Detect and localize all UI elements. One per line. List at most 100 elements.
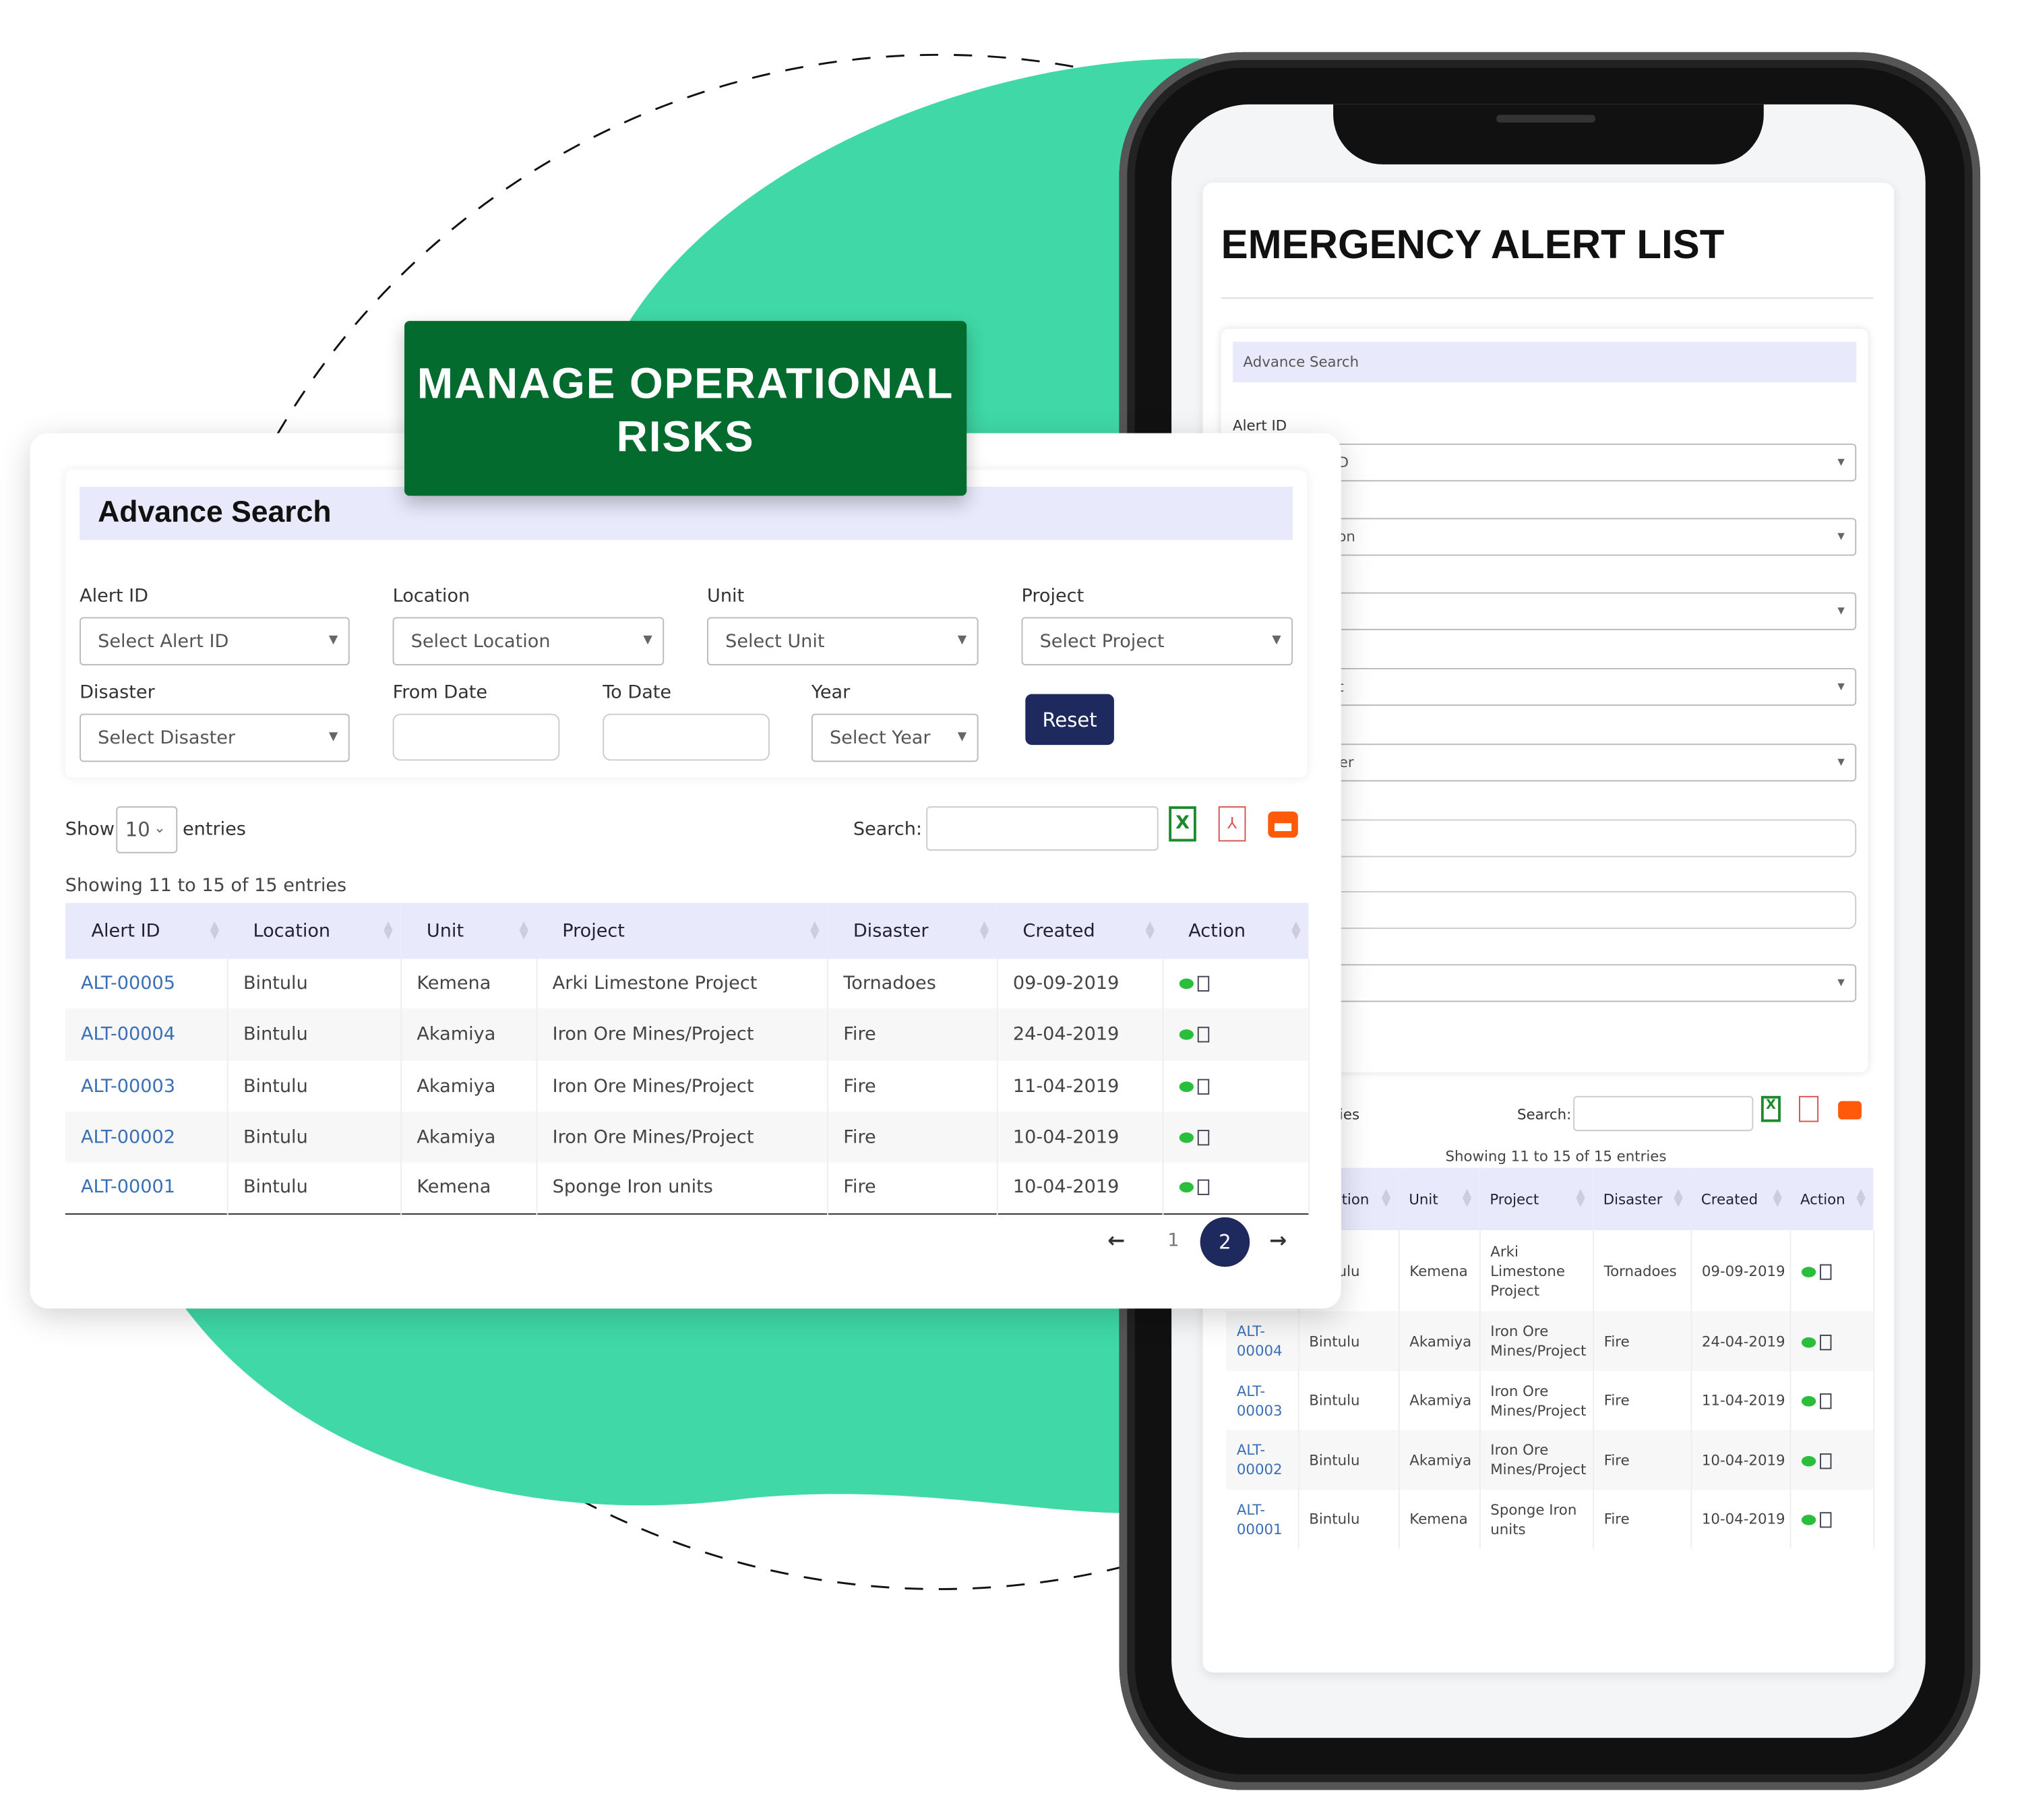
table-cell: Iron Ore Mines/Project <box>1479 1430 1594 1490</box>
chevron-down-icon: ⌄ <box>153 819 166 837</box>
table-row: ALT-00001 Bintulu Kemena Sponge Iron units F… <box>65 1162 1310 1214</box>
pdf-icon[interactable] <box>1196 1129 1209 1145</box>
reset-button[interactable]: Reset <box>1025 694 1114 746</box>
phone-search-input[interactable] <box>1573 1095 1754 1132</box>
alert-id-link[interactable]: ALT-00002 <box>65 1112 228 1163</box>
alert-id-link[interactable]: ALT-00003 <box>65 1060 228 1112</box>
pdf-icon[interactable] <box>1819 1263 1831 1279</box>
prev-page-button[interactable]: ← <box>1107 1227 1125 1252</box>
alert-id-link[interactable]: ALT-00003 <box>1226 1371 1299 1430</box>
phone-search-label: Search: <box>1516 1106 1572 1124</box>
caret-down-icon: ▼ <box>643 633 652 647</box>
date-input[interactable] <box>392 713 560 761</box>
table-cell: Iron Ore Mines/Project <box>1479 1371 1594 1430</box>
table-row: ALT-00002 Bintulu Akamiya Iron Ore Mines/Pr… <box>65 1112 1310 1163</box>
sort-icon: ▲▼ <box>1291 919 1301 942</box>
action-cell <box>1162 1112 1310 1163</box>
table-cell: Bintulu <box>226 1112 402 1163</box>
page-2-button[interactable]: 2 <box>1200 1217 1250 1267</box>
date-input[interactable] <box>603 713 770 761</box>
phone-excel-icon[interactable]: X <box>1760 1095 1781 1122</box>
alert-id-link[interactable]: ALT-00001 <box>65 1162 228 1214</box>
eye-icon[interactable] <box>1178 1182 1194 1193</box>
column-label: Created <box>1022 920 1095 942</box>
phone-pdf-icon[interactable] <box>1799 1095 1819 1122</box>
excel-export-icon[interactable]: X <box>1169 806 1196 842</box>
column-header[interactable]: Project ▲ ▼ <box>536 903 828 959</box>
table-cell: 09-09-2019 <box>996 959 1163 1009</box>
pdf-icon[interactable] <box>1819 1512 1831 1528</box>
alert-id-link[interactable]: ALT-00005 <box>65 959 228 1009</box>
table-row: ALT-00004 Bintulu Akamiya Iron Ore Mines/Pr… <box>65 1008 1310 1061</box>
eye-icon[interactable] <box>1800 1266 1816 1277</box>
pdf-icon[interactable] <box>1819 1393 1831 1409</box>
column-label: Disaster <box>853 920 929 942</box>
print-icon[interactable] <box>1268 811 1298 838</box>
eye-icon[interactable] <box>1178 1029 1194 1040</box>
pdf-export-icon[interactable]: ⅄ <box>1218 806 1246 842</box>
column-header[interactable]: Action ▲ ▼ <box>1162 903 1309 959</box>
eye-icon[interactable] <box>1178 1081 1194 1092</box>
field-label: Location <box>392 586 470 607</box>
filter-select[interactable]: Select Year ▼ <box>811 713 979 762</box>
table-cell: Bintulu <box>226 1060 402 1112</box>
column-header[interactable]: Disaster ▲ ▼ <box>827 903 997 959</box>
filter-select[interactable]: Select Location ▼ <box>392 617 665 666</box>
alert-id-link[interactable]: ALT-00002 <box>1226 1430 1299 1490</box>
pdf-icon[interactable] <box>1196 975 1209 992</box>
eye-icon[interactable] <box>1800 1515 1816 1525</box>
entries-select[interactable]: 10 ⌄ <box>116 806 178 853</box>
table-row: ALT-00004 Bintulu Akamiya Iron Ore Mines/Pr… <box>1226 1311 1874 1372</box>
action-cell <box>1789 1230 1874 1312</box>
caret-down-icon: ▼ <box>957 633 967 647</box>
column-header[interactable]: Project ▲ ▼ <box>1479 1167 1593 1231</box>
filter-select[interactable]: Select Unit ▼ <box>707 617 979 666</box>
table-cell: Fire <box>827 1060 998 1112</box>
pdf-icon[interactable] <box>1196 1027 1209 1043</box>
table-cell: Bintulu <box>1297 1490 1399 1549</box>
column-header[interactable]: Unit ▲ ▼ <box>1398 1167 1479 1231</box>
table-cell: Kemena <box>400 1162 537 1214</box>
phone-alert-id-label: Alert ID <box>1233 417 1287 435</box>
column-header[interactable]: Action ▲ ▼ <box>1789 1167 1874 1231</box>
pdf-icon[interactable] <box>1819 1453 1831 1469</box>
sort-icon: ▲▼ <box>1462 1187 1472 1210</box>
field-label: Unit <box>707 586 745 607</box>
action-cell <box>1162 1060 1310 1112</box>
search-input[interactable] <box>926 806 1159 851</box>
action-cell <box>1162 1008 1310 1061</box>
table-cell: Arki Limestone Project <box>536 959 828 1009</box>
eye-icon[interactable] <box>1800 1395 1816 1407</box>
alert-id-link[interactable]: ALT-00004 <box>65 1008 228 1061</box>
page-1-button[interactable]: 1 <box>1167 1230 1179 1251</box>
table-cell: Iron Ore Mines/Project <box>536 1060 828 1112</box>
pdf-icon[interactable] <box>1196 1078 1209 1094</box>
next-page-button[interactable]: → <box>1269 1227 1287 1252</box>
eye-icon[interactable] <box>1800 1336 1816 1347</box>
eye-icon[interactable] <box>1178 978 1194 990</box>
alert-id-link[interactable]: ALT-00001 <box>1226 1490 1299 1549</box>
table-cell: Akamiya <box>400 1060 537 1112</box>
table-row: ALT-00005BintuluKemenaArki Limestone Pro… <box>65 959 1310 1009</box>
table-cell: Akamiya <box>1398 1430 1480 1490</box>
filter-select[interactable]: Select Alert ID ▼ <box>80 617 350 666</box>
table-cell: 10-04-2019 <box>996 1112 1163 1163</box>
column-header[interactable]: Unit ▲ ▼ <box>400 903 537 959</box>
eye-icon[interactable] <box>1800 1455 1816 1466</box>
banner-line-1: MANAGE OPERATIONAL <box>417 359 954 407</box>
column-header[interactable]: Created ▲ ▼ <box>996 903 1163 959</box>
select-placeholder: Select Location <box>410 630 551 652</box>
column-header[interactable]: Alert ID ▲▼ <box>65 903 227 959</box>
filter-select[interactable]: Select Disaster ▼ <box>80 713 350 762</box>
alert-id-link[interactable]: ALT-00004 <box>1226 1311 1299 1372</box>
column-header[interactable]: Created ▲ ▼ <box>1690 1167 1790 1231</box>
phone-print-icon[interactable] <box>1838 1101 1862 1120</box>
eye-icon[interactable] <box>1178 1132 1194 1143</box>
column-header[interactable]: Disaster ▲ ▼ <box>1593 1167 1691 1231</box>
pdf-icon[interactable] <box>1196 1180 1209 1196</box>
filter-select[interactable]: Select Project ▼ <box>1021 617 1293 666</box>
column-label: Unit <box>426 920 464 942</box>
column-header[interactable]: Location ▲▼ <box>226 903 401 959</box>
search-label: Search: <box>853 819 923 841</box>
pdf-icon[interactable] <box>1819 1334 1831 1350</box>
